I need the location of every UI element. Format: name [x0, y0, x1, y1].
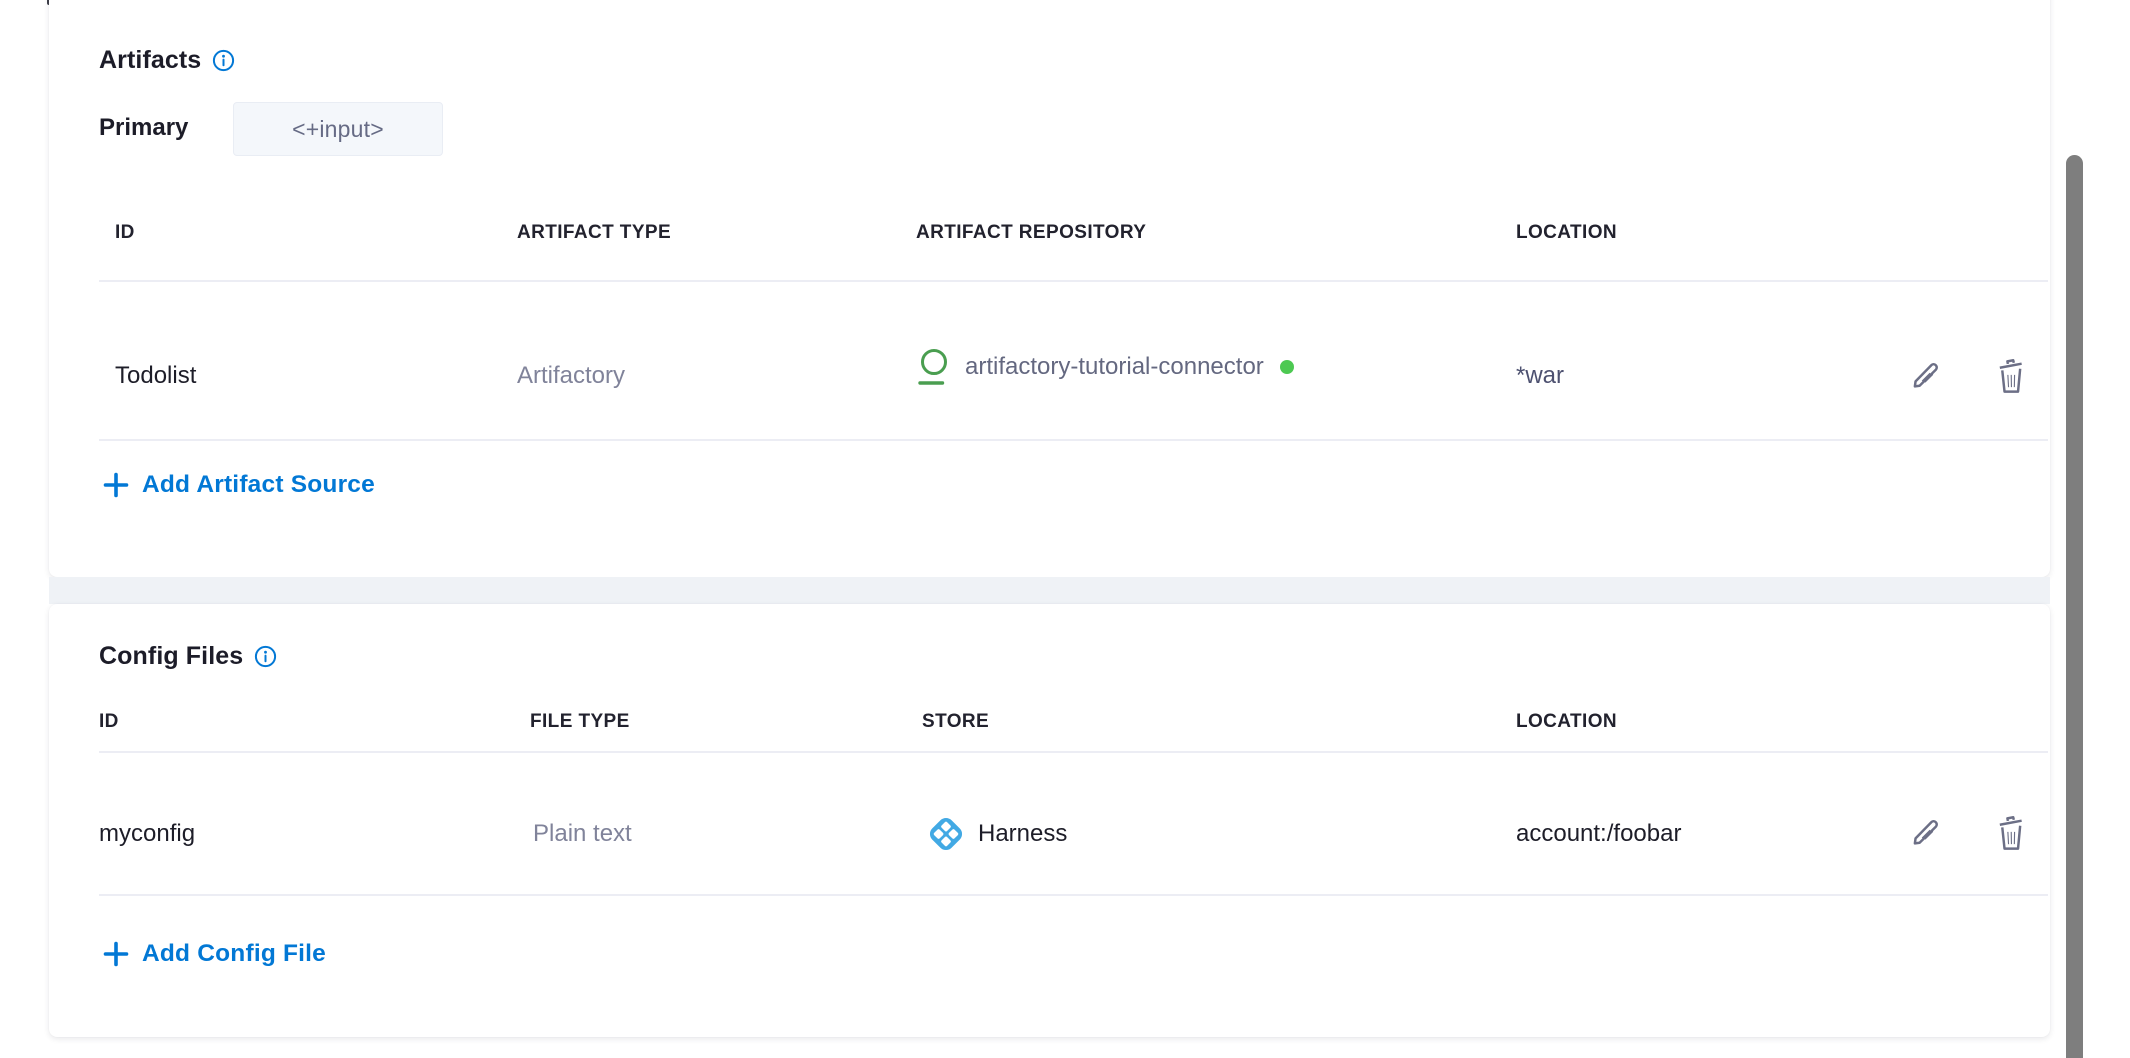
artifact-repository-cell: artifactory-tutorial-connector [918, 344, 1294, 390]
delete-artifact-button[interactable] [1989, 354, 2033, 398]
artifacts-title: Artifacts [99, 46, 201, 75]
config-files-title: Config Files [99, 642, 243, 671]
table-header-divider [99, 751, 2048, 753]
artifact-id-cell: Todolist [115, 362, 196, 390]
info-icon[interactable] [254, 645, 277, 668]
table-row-divider [99, 894, 2048, 896]
col-header-location: LOCATION [1516, 711, 1617, 733]
config-id-cell: myconfig [99, 820, 195, 848]
primary-artifact-input[interactable]: <+input> [233, 102, 443, 156]
primary-artifact-label: Primary [99, 114, 188, 142]
harness-store-icon [925, 813, 967, 855]
connected-status-dot [1280, 360, 1294, 374]
artifact-type-cell: Artifactory [517, 362, 625, 390]
plus-icon [103, 941, 129, 967]
plus-icon [103, 472, 129, 498]
config-location-cell: account:/foobar [1516, 820, 1681, 848]
info-icon[interactable] [212, 49, 235, 72]
store-name: Harness [978, 820, 1067, 848]
delete-config-file-button[interactable] [1989, 811, 2033, 855]
col-header-file-type: FILE TYPE [530, 711, 630, 733]
config-files-card: Config Files ID FILE TYPE STORE LOCATION… [49, 604, 2050, 1037]
vertical-scrollbar[interactable] [2066, 155, 2083, 1058]
table-row-divider [99, 439, 2048, 441]
add-artifact-source-label: Add Artifact Source [142, 471, 375, 499]
add-config-file-button[interactable]: Add Config File [103, 940, 326, 968]
table-header-divider [99, 280, 2048, 282]
config-file-type-cell: Plain text [533, 820, 632, 848]
config-files-header: Config Files [99, 642, 277, 671]
artifacts-header: Artifacts [99, 46, 235, 75]
col-header-id: ID [115, 222, 135, 244]
artifact-location-cell: *war [1516, 362, 1564, 390]
col-header-artifact-type: ARTIFACT TYPE [517, 222, 671, 244]
config-store-cell: Harness [925, 812, 1067, 856]
add-artifact-source-button[interactable]: Add Artifact Source [103, 471, 375, 499]
pipeline-service-config-page: Artifacts Primary <+input> ID ARTIFACT T… [0, 0, 2130, 1058]
edit-config-file-button[interactable] [1903, 811, 1947, 855]
col-header-location: LOCATION [1516, 222, 1617, 244]
col-header-store: STORE [922, 711, 989, 733]
artifactory-connector-icon [918, 347, 949, 387]
artifacts-card: Artifacts Primary <+input> ID ARTIFACT T… [49, 0, 2050, 577]
edit-artifact-button[interactable] [1903, 354, 1947, 398]
add-config-file-label: Add Config File [142, 940, 326, 968]
col-header-id: ID [99, 711, 119, 733]
connector-name: artifactory-tutorial-connector [965, 353, 1264, 381]
col-header-artifact-repository: ARTIFACT REPOSITORY [916, 222, 1146, 244]
card-separator [49, 577, 2050, 604]
